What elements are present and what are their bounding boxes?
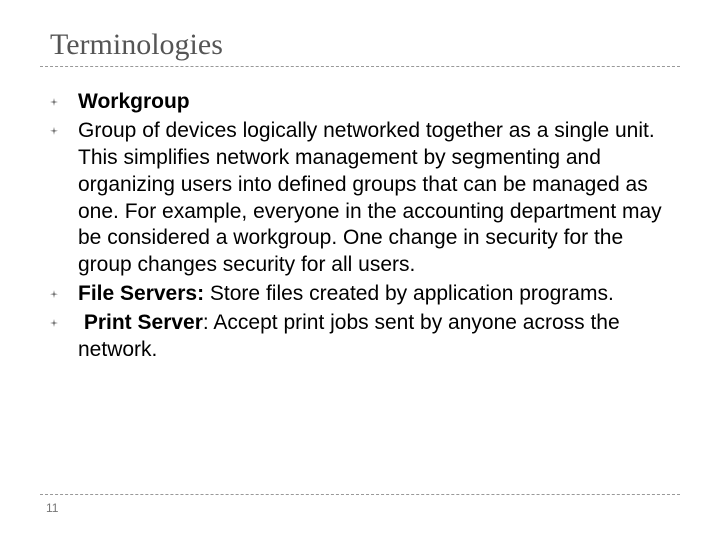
definition-workgroup: Group of devices logically networked tog…: [78, 119, 662, 276]
title-divider: [40, 66, 680, 67]
definition-file-servers: Store files created by application progr…: [204, 282, 614, 305]
term-workgroup: Workgroup: [78, 90, 190, 113]
content-area: Workgroup Group of devices logically net…: [40, 85, 680, 364]
page-number: 11: [46, 501, 680, 515]
title-section: Terminologies: [40, 28, 680, 73]
list-item: File Servers: Store files created by app…: [40, 281, 680, 308]
footer: 11: [40, 494, 680, 515]
list-item: Group of devices logically networked tog…: [40, 118, 680, 279]
list-item: Print Server: Accept print jobs sent by …: [40, 310, 680, 364]
list-item: Workgroup: [40, 89, 680, 116]
footer-divider: [40, 494, 680, 495]
bullet-list: Workgroup Group of devices logically net…: [40, 89, 680, 364]
term-print-server: Print Server: [84, 311, 203, 334]
slide-title: Terminologies: [50, 28, 680, 62]
slide: Terminologies Workgroup Group of devices…: [0, 0, 720, 540]
term-file-servers: File Servers:: [78, 282, 204, 305]
